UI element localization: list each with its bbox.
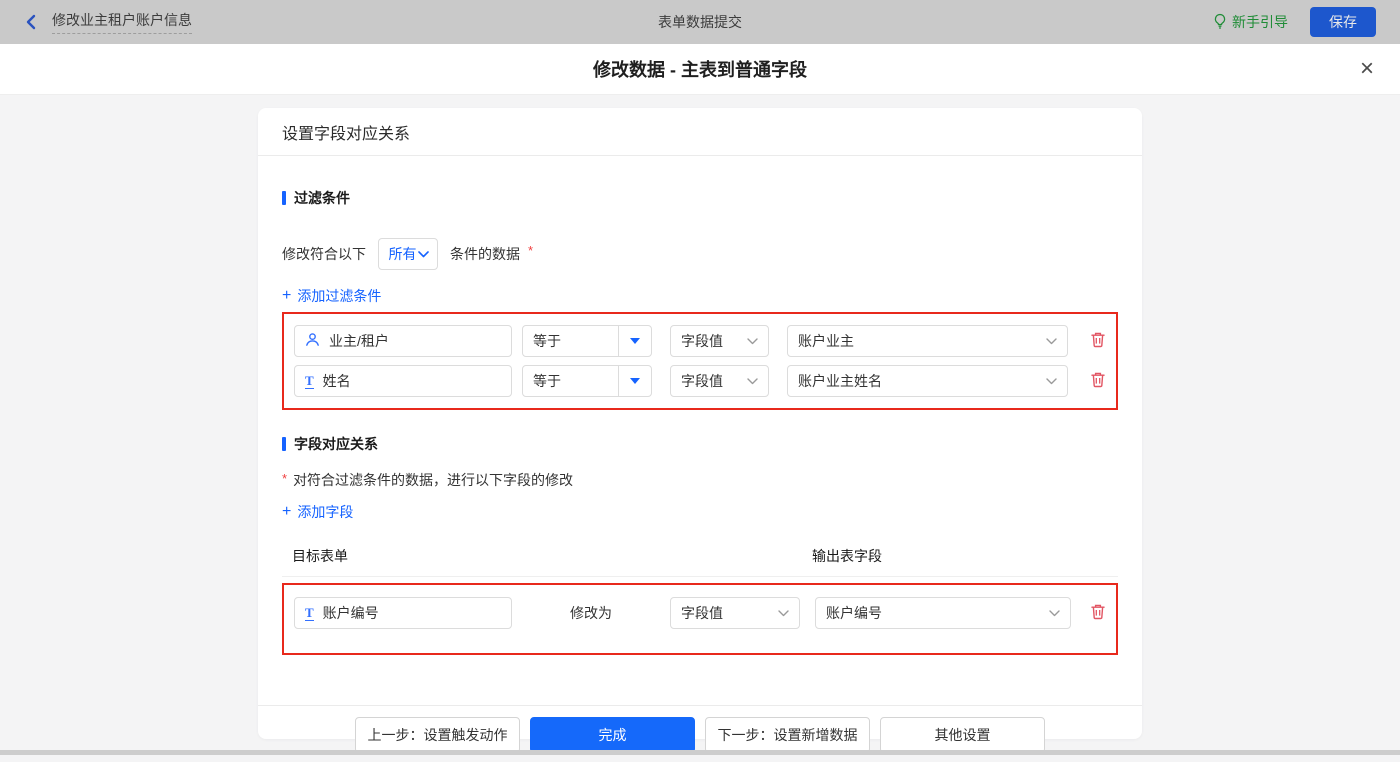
chevron-down-icon	[418, 251, 429, 258]
match-mode-select[interactable]: 所有	[378, 238, 438, 270]
add-filter-condition-link[interactable]: + 添加过滤条件	[282, 286, 381, 306]
caret-down-icon	[618, 366, 651, 396]
other-settings-button[interactable]: 其他设置	[880, 717, 1045, 753]
section-accent-bar	[282, 191, 286, 205]
add-field-link[interactable]: + 添加字段	[282, 502, 353, 522]
filter-operator-value: 等于	[523, 331, 618, 351]
filter-value: 账户业主姓名	[798, 371, 882, 391]
done-button[interactable]: 完成	[530, 717, 695, 753]
modify-to-label: 修改为	[570, 603, 612, 623]
mapping-value-select[interactable]: 账户编号	[815, 597, 1071, 629]
mapping-row: T 账户编号 修改为 字段值 账户编号	[294, 597, 1106, 629]
filter-row: T 姓名 等于 字段值	[294, 365, 1106, 397]
plus-icon: +	[282, 289, 291, 303]
filter-value-type-select[interactable]: 字段值	[670, 325, 769, 357]
chevron-down-icon	[747, 338, 758, 345]
filter-field-value: 姓名	[323, 371, 351, 391]
lightbulb-icon	[1213, 13, 1227, 32]
condition-suffix: 条件的数据	[450, 244, 520, 264]
add-field-label: 添加字段	[297, 502, 353, 522]
mapping-field-select[interactable]: T 账户编号	[294, 597, 512, 629]
filter-operator-select[interactable]: 等于	[522, 325, 652, 357]
filter-value: 账户业主	[798, 331, 854, 351]
target-form-header: 目标表单	[292, 546, 348, 566]
mapping-section-title: 字段对应关系	[282, 434, 1118, 454]
dialog-title: 修改数据 - 主表到普通字段	[593, 56, 807, 82]
card-title: 设置字段对应关系	[258, 108, 1142, 156]
mapping-column-headers: 目标表单 输出表字段	[282, 546, 1118, 566]
filter-rows-highlight-box: 业主/租户 等于 字段值 账户业	[282, 312, 1118, 410]
filter-field-select[interactable]: T 姓名	[294, 365, 512, 397]
page-title: 表单数据提交	[0, 12, 1400, 32]
chevron-down-icon	[778, 610, 789, 617]
delete-row-button[interactable]	[1090, 371, 1106, 391]
save-button[interactable]: 保存	[1310, 7, 1376, 37]
filter-section-title: 过滤条件	[282, 188, 1118, 208]
delete-row-button[interactable]	[1090, 603, 1106, 623]
workflow-name[interactable]: 修改业主租户账户信息	[52, 10, 192, 34]
filter-value-select[interactable]: 账户业主	[787, 325, 1068, 357]
mapping-value-type: 字段值	[681, 603, 723, 623]
back-chevron-icon	[24, 14, 38, 30]
condition-line: 修改符合以下 所有 条件的数据 *	[282, 238, 1118, 270]
filter-operator-select[interactable]: 等于	[522, 365, 652, 397]
beginner-guide-label: 新手引导	[1232, 12, 1288, 32]
close-icon[interactable]: ×	[1360, 57, 1374, 81]
field-mapping-card: 设置字段对应关系 过滤条件 修改符合以下 所有 条件的数据 * +	[258, 108, 1142, 739]
required-asterisk: *	[528, 243, 533, 258]
delete-row-button[interactable]	[1090, 331, 1106, 351]
mapping-value: 账户编号	[826, 603, 882, 623]
chevron-down-icon	[747, 378, 758, 385]
condition-prefix: 修改符合以下	[282, 244, 366, 264]
filter-value-select[interactable]: 账户业主姓名	[787, 365, 1068, 397]
required-asterisk: *	[282, 471, 287, 486]
page-bottom-strip	[0, 750, 1400, 755]
trash-icon	[1090, 371, 1106, 391]
next-step-button[interactable]: 下一步：设置新增数据	[705, 717, 870, 753]
section-accent-bar	[282, 437, 286, 451]
filter-operator-value: 等于	[523, 371, 618, 391]
chevron-down-icon	[1046, 338, 1057, 345]
add-filter-condition-label: 添加过滤条件	[297, 286, 381, 306]
match-mode-value: 所有	[387, 244, 418, 264]
chevron-down-icon	[1049, 610, 1060, 617]
modify-data-dialog: 修改数据 - 主表到普通字段 × 设置字段对应关系 过滤条件 修改符合以下 所有…	[0, 44, 1400, 750]
mapping-value-type-select[interactable]: 字段值	[670, 597, 800, 629]
filter-value-type: 字段值	[681, 331, 723, 351]
dialog-header: 修改数据 - 主表到普通字段 ×	[0, 44, 1400, 95]
mapping-description: * 对符合过滤条件的数据，进行以下字段的修改	[282, 470, 1118, 490]
beginner-guide-link[interactable]: 新手引导	[1213, 12, 1288, 32]
divider	[282, 576, 1118, 577]
trash-icon	[1090, 603, 1106, 623]
mapping-field-value: 账户编号	[323, 603, 379, 623]
text-field-icon: T	[305, 606, 314, 621]
prev-step-button[interactable]: 上一步：设置触发动作	[355, 717, 520, 753]
top-navigation-bar: 修改业主租户账户信息 表单数据提交 新手引导 保存	[0, 0, 1400, 44]
back-button[interactable]	[24, 14, 38, 30]
filter-row: 业主/租户 等于 字段值 账户业	[294, 325, 1106, 357]
filter-value-type-select[interactable]: 字段值	[670, 365, 769, 397]
mapping-row-highlight-box: T 账户编号 修改为 字段值 账户编号	[282, 583, 1118, 655]
text-field-icon: T	[305, 374, 314, 389]
trash-icon	[1090, 331, 1106, 351]
caret-down-icon	[618, 326, 651, 356]
user-icon	[305, 332, 320, 350]
chevron-down-icon	[1046, 378, 1057, 385]
filter-value-type: 字段值	[681, 371, 723, 391]
output-field-header: 输出表字段	[812, 546, 882, 566]
filter-field-value: 业主/租户	[329, 331, 389, 351]
plus-icon: +	[282, 505, 291, 519]
filter-field-select[interactable]: 业主/租户	[294, 325, 512, 357]
